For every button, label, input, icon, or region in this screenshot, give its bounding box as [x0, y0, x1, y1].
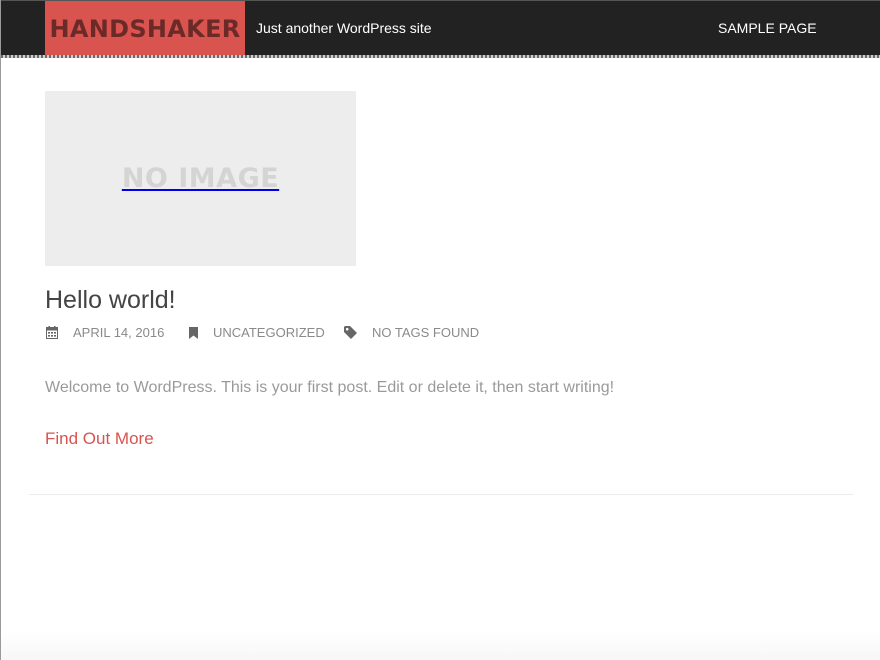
post-category: UNCATEGORIZED	[189, 325, 325, 340]
site-logo-link[interactable]: HANDSHAKER	[45, 1, 245, 56]
post-title[interactable]: Hello world!	[45, 286, 176, 315]
post-tags: NO TAGS FOUND	[344, 325, 479, 340]
page: HANDSHAKER Just another WordPress site S…	[0, 0, 880, 660]
post-date-text: APRIL 14, 2016	[73, 325, 165, 340]
post-tags-text: NO TAGS FOUND	[372, 325, 480, 340]
site-tagline: Just another WordPress site	[256, 20, 432, 36]
post-date: APRIL 14, 2016	[46, 325, 164, 340]
site-header: HANDSHAKER Just another WordPress site S…	[1, 0, 880, 58]
site-title: HANDSHAKER	[49, 14, 241, 43]
calendar-icon	[46, 326, 58, 339]
bookmark-icon	[189, 326, 198, 339]
nav-item-sample-page[interactable]: SAMPLE PAGE	[718, 20, 817, 36]
thumbnail-placeholder-text: NO IMAGE	[121, 163, 280, 194]
read-more-link[interactable]: Find Out More	[45, 429, 154, 449]
post-thumbnail[interactable]: NO IMAGE	[45, 91, 356, 266]
post-excerpt: Welcome to WordPress. This is your first…	[45, 379, 615, 396]
post-category-link[interactable]: UNCATEGORIZED	[213, 325, 325, 340]
tag-icon	[344, 326, 357, 339]
post-divider	[29, 494, 853, 495]
